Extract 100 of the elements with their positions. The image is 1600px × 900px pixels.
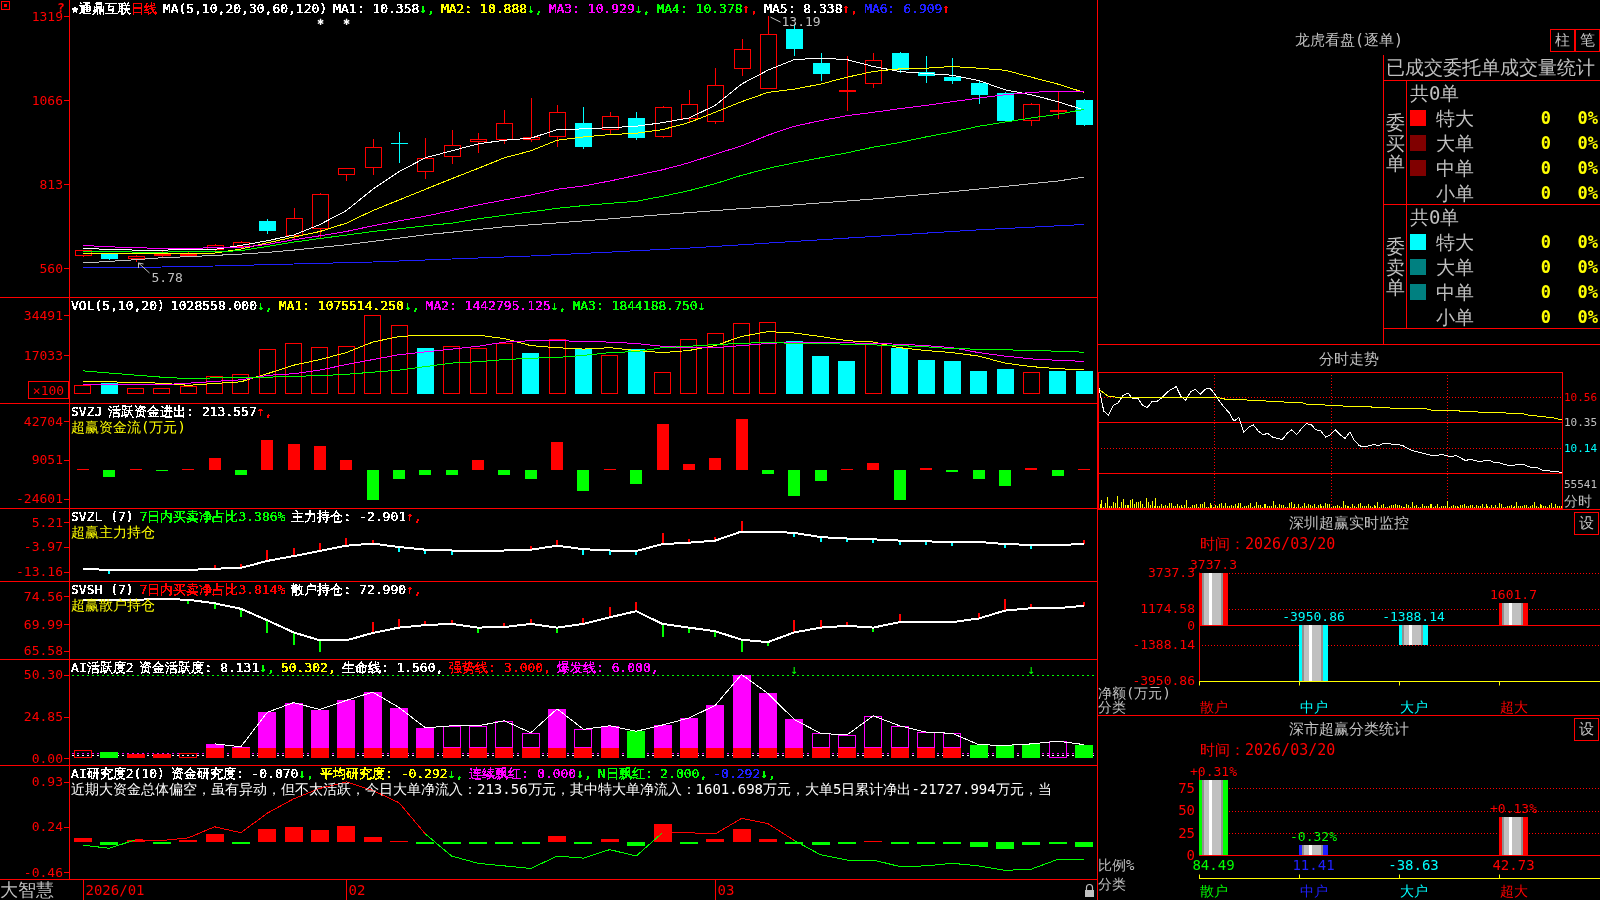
category-label: 散户 <box>1199 699 1228 715</box>
unit-label: ×100 <box>28 381 69 399</box>
fund-flow-bar <box>973 470 985 479</box>
axis-title: 分类 <box>1098 699 1126 715</box>
change-mark <box>767 642 769 646</box>
settings-button[interactable]: 设 <box>1574 717 1599 741</box>
axis-label: 50 <box>1178 802 1195 819</box>
chart-bar <box>1299 845 1328 855</box>
axis-title: 分类 <box>1098 876 1126 892</box>
change-mark <box>741 640 743 652</box>
volume-bar <box>180 386 197 394</box>
axis-label: 69.99 <box>23 616 63 632</box>
data-label: -1388.14 <box>1382 609 1445 624</box>
axis-caption: 分时 <box>1564 493 1592 509</box>
indicator-label: 主力持仓: -2.901 <box>291 509 407 524</box>
change-mark <box>372 540 374 544</box>
change-label: +0.31% <box>1190 764 1237 779</box>
value-label: 11.41 <box>1292 857 1335 873</box>
axis-title: 比例% <box>1098 857 1135 873</box>
axis-label: 560 <box>39 260 63 276</box>
candlestick <box>602 111 619 136</box>
volume-bar <box>733 323 750 394</box>
indicator-label: ↑, <box>256 404 273 419</box>
change-mark <box>556 540 558 546</box>
candlestick <box>681 89 698 123</box>
date-label: 02 <box>348 882 366 898</box>
candlestick <box>444 129 461 164</box>
change-mark <box>214 565 216 569</box>
square-icon[interactable] <box>1 1 10 10</box>
date-label: 2026/01 <box>85 882 145 898</box>
volume-bar <box>944 361 961 394</box>
candlestick <box>286 207 303 240</box>
axis-label: 0.00 <box>31 750 63 765</box>
axis-label: 55541 <box>1564 478 1598 491</box>
candlestick <box>734 38 751 76</box>
activity-bar <box>970 745 988 758</box>
change-mark <box>609 551 611 555</box>
category-label: 散户 <box>1199 883 1228 899</box>
volume-bar <box>443 346 460 394</box>
chart-style-button[interactable]: 笔 <box>1575 28 1600 52</box>
candlestick <box>233 240 250 249</box>
indicator-label: ↓, <box>259 660 275 675</box>
change-mark <box>635 602 637 611</box>
indicator-label: ↓, <box>527 1 543 16</box>
change-mark <box>240 564 242 568</box>
change-mark <box>951 542 953 546</box>
indicator-label: ↓, <box>447 766 464 781</box>
candlestick <box>839 55 856 112</box>
research-bar <box>74 838 92 842</box>
volume-bar <box>759 322 776 394</box>
candlestick <box>207 243 224 252</box>
group-label: 委买单 <box>1385 111 1405 175</box>
change-mark <box>662 624 664 637</box>
change-mark <box>1083 602 1085 606</box>
category-label: 超大 <box>1499 699 1528 715</box>
axis-label: 5.21 <box>31 514 63 530</box>
fund-flow-bar <box>999 470 1011 486</box>
indicator-label: VOL(5,10,20) <box>71 298 165 313</box>
indicator-label: 7日内买卖净占比3.386% <box>139 509 286 524</box>
volume-bar <box>786 341 803 394</box>
chart-style-button[interactable]: 柱 <box>1550 28 1575 52</box>
chart-bar <box>1499 603 1528 625</box>
volume-bar <box>812 356 829 394</box>
data-label: -3950.86 <box>1282 609 1345 624</box>
y-axis-title: ×100 <box>32 382 65 398</box>
indicator-label: 爆发线: 6.000, <box>557 660 659 675</box>
signal-arrow: ↓ <box>1027 661 1036 677</box>
change-mark <box>345 538 347 546</box>
change-mark <box>477 628 479 633</box>
indicator-label: MA4: 10.378 <box>656 1 743 16</box>
fund-flow-bar <box>446 470 458 475</box>
indicator-label: AI活跃度2 <box>71 660 134 675</box>
axis-label: 10.14 <box>1564 442 1598 456</box>
volume-bar <box>496 343 513 394</box>
change-mark <box>214 603 216 609</box>
change-mark <box>398 547 400 552</box>
volume-bar <box>74 385 91 394</box>
research-bar <box>311 830 329 842</box>
fund-flow-bar <box>709 458 721 470</box>
research-bar <box>364 837 382 842</box>
change-mark <box>556 628 558 633</box>
axis-label: 1174.58 <box>1140 601 1195 617</box>
volume-bar <box>575 349 592 394</box>
indicator-label: MA3: 10.929 <box>548 1 635 16</box>
panel-title: 龙虎看盘(逐单) <box>1294 31 1404 49</box>
candlestick <box>338 167 355 182</box>
indicator-label: MA3: 1844188.750 <box>572 298 698 313</box>
order-percent: 0% <box>1577 182 1598 203</box>
order-size-label: 特大 <box>1436 230 1475 253</box>
change-mark <box>240 609 242 617</box>
order-count: 0 <box>1540 107 1551 128</box>
order-percent: 0% <box>1577 281 1598 302</box>
indicator-label: ↓, <box>419 1 435 16</box>
volume-bar <box>285 343 302 394</box>
settings-button[interactable]: 设 <box>1574 511 1599 535</box>
order-count: 0 <box>1540 231 1551 252</box>
fund-flow-bar <box>472 460 484 470</box>
change-mark <box>293 548 295 556</box>
volume-bar <box>601 355 618 394</box>
activity-bar <box>627 731 645 758</box>
